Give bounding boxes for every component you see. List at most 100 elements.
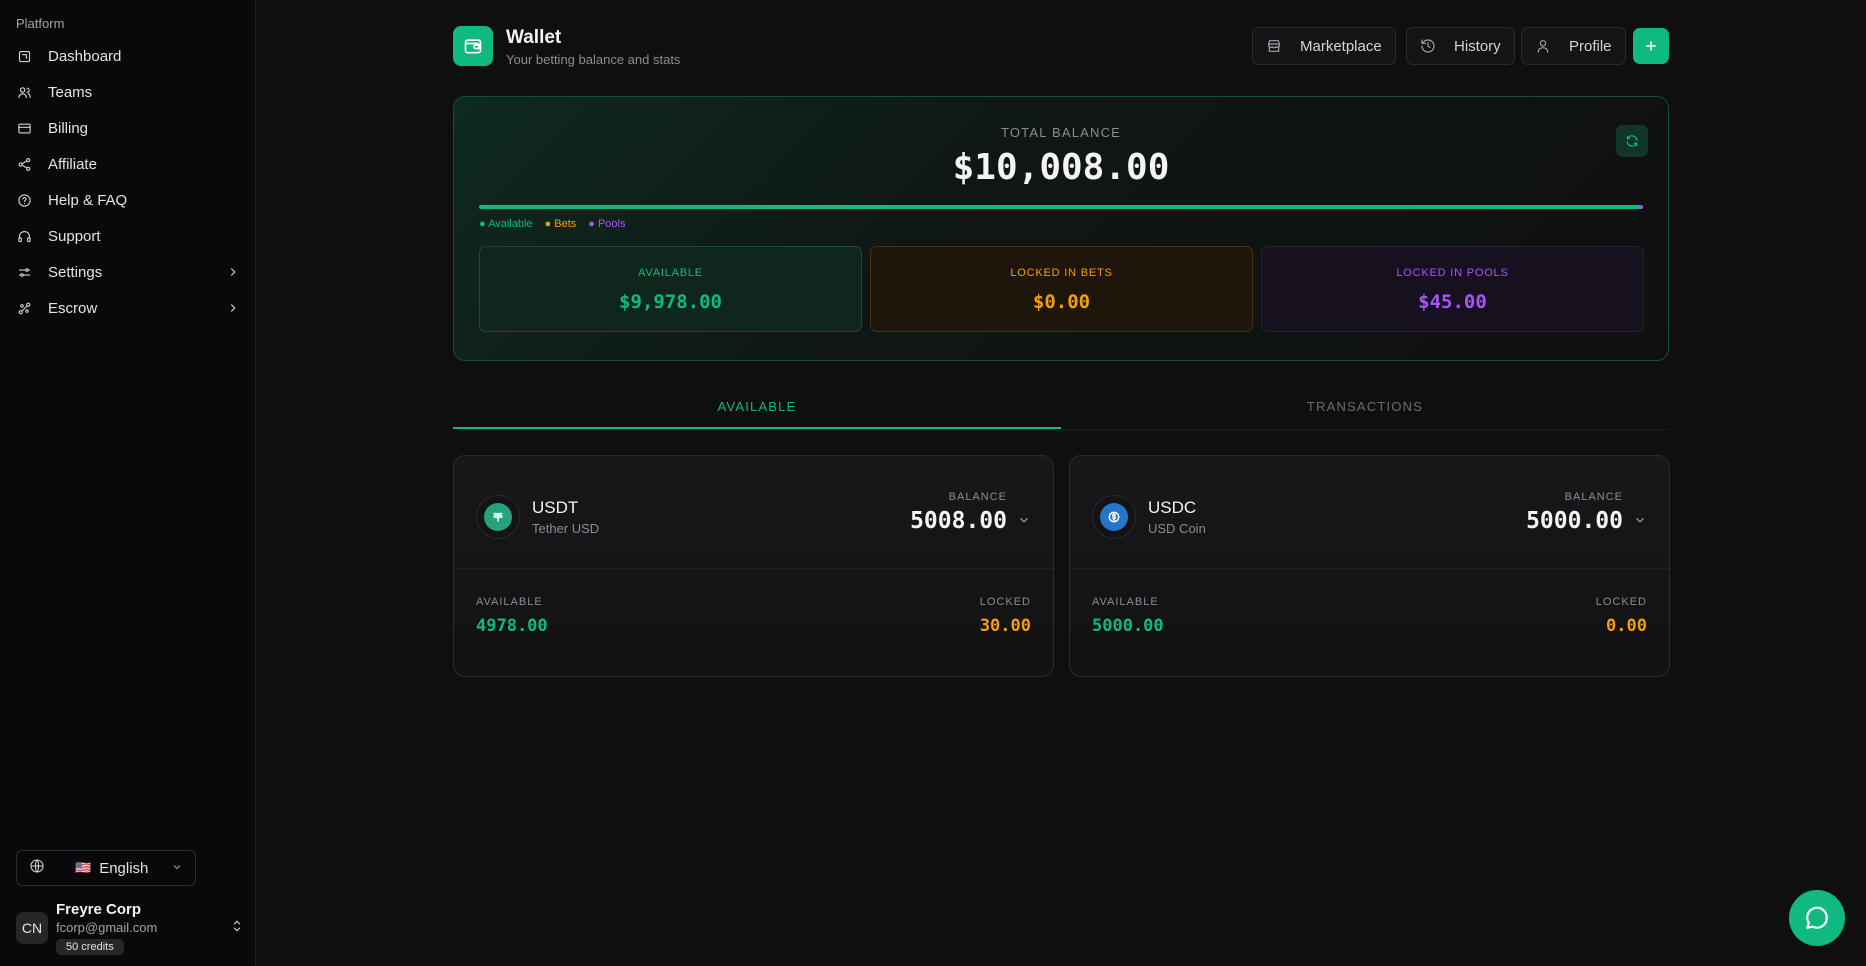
dashboard-icon: [16, 48, 32, 64]
page-subtitle: Your betting balance and stats: [506, 52, 681, 67]
coin-balance-value: 5000.00: [1526, 508, 1623, 534]
total-balance-card: TOTAL BALANCE $10,008.00 ● Available ● B…: [453, 96, 1669, 361]
add-button[interactable]: [1633, 28, 1669, 64]
coin-name: USD Coin: [1148, 521, 1206, 536]
coin-balance-label: BALANCE: [1564, 491, 1623, 503]
sidebar: Platform Dashboard Teams Billing Affilia…: [0, 0, 256, 966]
balance-legend: ● Available ● Bets ● Pools: [479, 218, 637, 230]
profile-label: Profile: [1569, 37, 1612, 55]
available-stat: AVAILABLE $9,978.00: [479, 246, 862, 332]
history-label: History: [1454, 37, 1501, 55]
link-icon: [16, 300, 32, 316]
coin-card-usdt: USDT Tether USD BALANCE 5008.00 AVAILABL…: [453, 455, 1054, 677]
locked-bets-value: $0.00: [1032, 291, 1091, 313]
sidebar-nav: Dashboard Teams Billing Affiliate Help &…: [8, 38, 248, 326]
chat-button[interactable]: [1789, 890, 1845, 946]
coin-available-value: 4978.00: [476, 616, 548, 636]
sidebar-item-affiliate[interactable]: Affiliate: [8, 146, 248, 182]
sidebar-item-label: Support: [48, 227, 101, 245]
sidebar-item-label: Dashboard: [48, 47, 122, 65]
sidebar-item-support[interactable]: Support: [8, 218, 248, 254]
globe-icon: [29, 858, 45, 878]
share-icon: [16, 156, 32, 172]
legend-bets: ● Bets: [544, 218, 577, 230]
chevrons-up-down-icon: [230, 919, 244, 938]
sidebar-item-label: Teams: [48, 83, 93, 101]
marketplace-button[interactable]: Marketplace: [1252, 27, 1396, 65]
sliders-icon: [16, 264, 32, 280]
coin-card-header[interactable]: USDT Tether USD BALANCE 5008.00: [454, 456, 1053, 569]
message-circle-icon: [1806, 906, 1828, 929]
page-title: Wallet: [506, 27, 562, 48]
user-email: fcorp@gmail.com: [56, 920, 158, 935]
coin-locked-value: 30.00: [979, 616, 1031, 636]
user-menu[interactable]: CN Freyre Corp fcorp@gmail.com 50 credit…: [16, 900, 244, 956]
sidebar-item-settings[interactable]: Settings: [8, 254, 248, 290]
tether-icon: [476, 495, 520, 539]
flag-icon: 🇺🇸: [75, 860, 92, 875]
locked-bets-stat: LOCKED IN BETS $0.00: [870, 246, 1253, 332]
coin-card-usdc: USDC USD Coin BALANCE 5000.00 AVAILABLE …: [1069, 455, 1670, 677]
sidebar-item-escrow[interactable]: Escrow: [8, 290, 248, 326]
user-icon: [1537, 40, 1549, 53]
sidebar-item-dashboard[interactable]: Dashboard: [8, 38, 248, 74]
headphones-icon: [16, 228, 32, 244]
usdc-disc: [1100, 503, 1128, 531]
wallet-tabs: AVAILABLE TRANSACTIONS: [453, 388, 1669, 430]
legend-available: ● Available: [479, 218, 533, 230]
coin-locked-value: 0.00: [1606, 616, 1647, 636]
refresh-icon: [1626, 135, 1638, 147]
language-label: English: [99, 859, 149, 877]
profile-button[interactable]: Profile: [1521, 27, 1626, 65]
sidebar-item-label: Settings: [48, 263, 103, 281]
balance-distribution-bar: [479, 205, 1643, 209]
coin-symbol: USDT: [532, 498, 579, 517]
sidebar-item-help-faq[interactable]: Help & FAQ: [8, 182, 248, 218]
coin-card-header[interactable]: USDC USD Coin BALANCE 5000.00: [1070, 456, 1669, 569]
coin-available-value: 5000.00: [1092, 616, 1164, 636]
user-info: Freyre Corp fcorp@gmail.com 50 credits: [56, 901, 157, 955]
locked-pools-label: LOCKED IN POOLS: [1396, 267, 1509, 279]
chevron-down-icon: [1633, 513, 1647, 532]
locked-pools-stat: LOCKED IN POOLS $45.00: [1261, 246, 1644, 332]
chevron-down-icon: [1017, 513, 1031, 532]
usdc-icon: [1092, 495, 1136, 539]
tab-transactions[interactable]: TRANSACTIONS: [1061, 388, 1669, 429]
available-stat-value: $9,978.00: [619, 291, 722, 313]
tab-available[interactable]: AVAILABLE: [453, 388, 1061, 429]
credits-badge: 50 credits: [56, 939, 124, 955]
coin-balance-value: 5008.00: [910, 508, 1007, 534]
locked-bets-label: LOCKED IN BETS: [1010, 267, 1113, 279]
coin-locked-label: LOCKED: [1595, 596, 1647, 608]
sidebar-item-label: Escrow: [48, 299, 98, 317]
user-name: Freyre Corp: [56, 901, 142, 918]
wallet-icon: [453, 26, 493, 66]
sidebar-item-billing[interactable]: Billing: [8, 110, 248, 146]
coin-available-label: AVAILABLE: [1092, 596, 1159, 608]
locked-pools-value: $45.00: [1418, 291, 1487, 313]
tether-disc: [484, 503, 512, 531]
history-button[interactable]: History: [1406, 27, 1515, 65]
credit-card-icon: [16, 120, 32, 136]
available-stat-label: AVAILABLE: [638, 267, 703, 279]
users-icon: [16, 84, 32, 100]
sidebar-item-label: Affiliate: [48, 155, 97, 173]
refresh-button[interactable]: [1616, 125, 1648, 157]
total-balance-value: $10,008.00: [952, 147, 1170, 188]
language-select[interactable]: 🇺🇸 English: [16, 850, 196, 886]
marketplace-label: Marketplace: [1300, 37, 1382, 55]
chevron-down-icon: [171, 860, 183, 877]
sidebar-item-teams[interactable]: Teams: [8, 74, 248, 110]
coin-locked-label: LOCKED: [979, 596, 1031, 608]
bar-segment-available: [479, 205, 1640, 209]
bar-segment-pools: [1639, 205, 1643, 209]
total-balance-label: TOTAL BALANCE: [1000, 125, 1122, 140]
sidebar-item-label: Billing: [48, 119, 89, 137]
plus-icon: [1646, 41, 1656, 51]
legend-pools: ● Pools: [588, 218, 626, 230]
coin-symbol: USDC: [1148, 498, 1197, 517]
coin-balance-label: BALANCE: [948, 491, 1007, 503]
chevron-right-icon: [226, 265, 240, 279]
chevron-right-icon: [226, 301, 240, 315]
avatar: CN: [16, 912, 48, 944]
